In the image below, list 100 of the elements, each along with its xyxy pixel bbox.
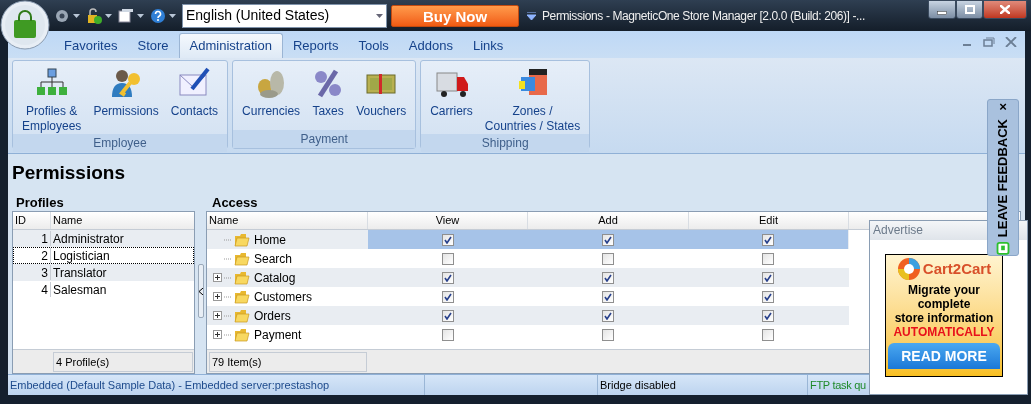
checkbox[interactable] [602, 290, 614, 303]
table-cell: 4 [14, 282, 51, 297]
table-row[interactable]: 2 Logistician [13, 247, 194, 264]
table-row[interactable]: Orders [207, 306, 849, 325]
checkbox[interactable] [602, 233, 614, 246]
ribbon-tab[interactable]: Favorites [54, 33, 128, 58]
column-header[interactable]: ID [13, 212, 51, 229]
ribbon-tab[interactable]: Addons [398, 33, 463, 58]
ribbon-button[interactable]: Permissions [87, 61, 165, 134]
checkbox[interactable] [762, 271, 774, 284]
folder-icon [234, 289, 250, 304]
close-button[interactable] [983, 0, 1027, 19]
checkbox[interactable] [762, 290, 774, 303]
tree-line-icon [224, 257, 232, 260]
logo-icon [896, 257, 921, 281]
feedback-tab[interactable]: × LEAVE FEEDBACK [987, 99, 1019, 256]
checkbox[interactable] [762, 233, 774, 246]
window-title: Permissions - MagneticOne Store Manager [2.0.0 (Build: 206)] -... [542, 7, 865, 25]
status-text: Bridge disabled [600, 379, 676, 391]
column-header[interactable]: Add [528, 212, 689, 229]
folder-icon [234, 251, 250, 266]
dropdown-arrow-icon [169, 13, 176, 18]
checkbox[interactable] [762, 252, 774, 265]
ad-headline: Migrate your complete store information [894, 283, 994, 325]
ribbon-button[interactable]: Profiles & Employees [16, 61, 88, 134]
group-label: Shipping [421, 134, 590, 152]
table-row[interactable]: 3 Translator [13, 264, 194, 281]
maximize-icon [964, 5, 975, 14]
tree-line-icon [224, 314, 232, 317]
ribbon-tab[interactable]: Tools [348, 33, 399, 58]
minimize-button[interactable] [928, 0, 956, 19]
count-label: 79 Item(s) [209, 351, 367, 372]
mail-icon [178, 67, 211, 99]
feedback-label: LEAVE FEEDBACK [994, 119, 1012, 238]
language-dropdown[interactable]: English (United States) [182, 3, 387, 28]
table-cell: 2 [14, 248, 51, 263]
splitter-handle[interactable] [197, 264, 204, 318]
checkbox[interactable] [442, 271, 454, 284]
status-text: FTP task qu [810, 379, 866, 391]
tree-item-label[interactable]: Customers [254, 287, 312, 306]
dropdown-arrow-icon [376, 13, 383, 18]
ad-banner[interactable]: Cart2Cart Migrate your complete store information AUTOMATICALLY READ MORE [885, 254, 1003, 377]
ribbon-tab[interactable]: Links [462, 33, 514, 58]
checkbox[interactable] [602, 252, 614, 265]
tree-item-label[interactable]: Home [254, 230, 286, 249]
ribbon-button[interactable]: Zones / Countries / States [478, 61, 587, 134]
table-cell-text: Salesman [52, 282, 108, 297]
ribbon-tab[interactable]: Reports [282, 33, 349, 58]
status-text: Embedded (Default Sample Data) - Embedded server:prestashop [10, 379, 330, 391]
tree-line-icon [224, 333, 232, 336]
table-cell-text: Logistician [52, 248, 111, 263]
feedback-logo-icon [996, 242, 1010, 255]
lock-check-icon [86, 7, 102, 24]
tree-item-label[interactable]: Search [254, 249, 293, 268]
checkbox[interactable] [602, 271, 614, 284]
table-row[interactable]: Catalog [207, 268, 849, 287]
checkbox[interactable] [602, 328, 614, 341]
help-icon [150, 7, 166, 24]
ribbon-button[interactable]: Carriers [424, 61, 479, 134]
checkbox[interactable] [442, 233, 454, 246]
column-header[interactable]: Name [51, 212, 194, 229]
section-title: Profiles [15, 194, 65, 211]
ribbon-tab[interactable]: Store [127, 33, 179, 58]
column-header[interactable]: View [368, 212, 528, 229]
column-header[interactable]: Edit [689, 212, 849, 229]
table-cell: 1 [14, 231, 51, 246]
gear-icon [54, 7, 70, 24]
brand-name: Cart2Cart [922, 258, 992, 279]
ad-highlight: AUTOMATICALLY [893, 325, 995, 339]
tree-line-icon [224, 276, 232, 279]
table-cell-text: Administrator [52, 231, 125, 246]
ribbon-tab[interactable]: Administration [178, 33, 283, 58]
table-row[interactable]: Home [207, 230, 849, 249]
maximize-button[interactable] [956, 0, 983, 19]
column-header[interactable]: Name [207, 212, 368, 229]
close-icon [1000, 5, 1010, 14]
dropdown-arrow-icon [73, 13, 80, 18]
count-label: 4 Profile(s) [53, 351, 193, 372]
table-row[interactable]: 1 Administrator [13, 230, 194, 247]
table-cell-text: Translator [52, 265, 108, 280]
checkbox[interactable] [442, 252, 454, 265]
checkbox[interactable] [442, 328, 454, 341]
tree-item-label[interactable]: Payment [254, 325, 302, 344]
checkbox[interactable] [602, 309, 614, 322]
tree-item-label[interactable]: Orders [254, 306, 291, 325]
restore-icon [983, 37, 995, 47]
checkbox[interactable] [442, 309, 454, 322]
ribbon-button[interactable]: Vouchers [350, 61, 413, 130]
userkey-icon [110, 67, 143, 99]
close-icon [1005, 37, 1017, 47]
checkbox[interactable] [762, 328, 774, 341]
ribbon-button[interactable]: Contacts [164, 61, 225, 134]
checkbox[interactable] [442, 290, 454, 303]
ribbon-button[interactable]: Taxes [306, 61, 351, 130]
checkbox[interactable] [762, 309, 774, 322]
minimize-icon [963, 44, 971, 46]
ribbon-button[interactable]: Currencies [236, 61, 307, 130]
tree-item-label[interactable]: Catalog [254, 268, 296, 287]
folder-icon [234, 308, 250, 323]
dropdown-arrow-icon [137, 13, 144, 18]
